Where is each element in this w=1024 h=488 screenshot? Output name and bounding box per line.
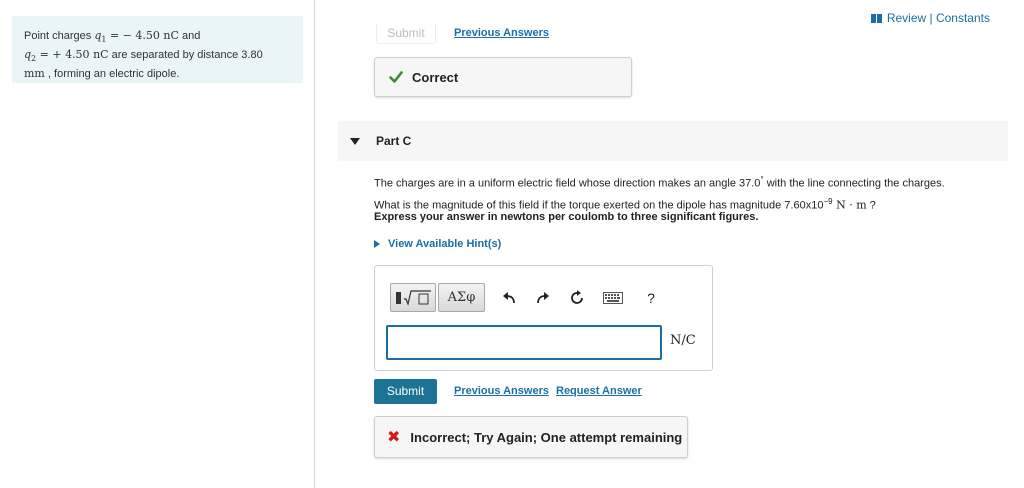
hints-label: View Available Hint(s)	[388, 238, 502, 250]
answer-instructions: Express your answer in newtons per coulo…	[374, 211, 759, 223]
question-line1: The charges are in a uniform electric fi…	[374, 177, 761, 190]
collapse-caret-icon[interactable]	[350, 137, 360, 145]
answer-input[interactable]	[386, 325, 662, 360]
templates-icon	[396, 289, 431, 306]
torque-unit: N · m	[832, 198, 867, 212]
correct-text: Correct	[412, 69, 459, 85]
problem-text: Point charges	[24, 30, 95, 42]
problem-statement: Point charges q1 = − 4.50 nC and q2 = + …	[12, 16, 303, 83]
math-toolbar: ΑΣφ ?	[390, 283, 661, 312]
undo-icon[interactable]	[499, 288, 519, 308]
q2-var: q	[24, 48, 32, 62]
previous-part-previous-answers-link[interactable]: Previous Answers	[454, 27, 549, 39]
request-answer-link[interactable]: Request Answer	[556, 385, 642, 397]
redo-icon[interactable]	[533, 288, 553, 308]
correct-feedback: Correct	[374, 57, 632, 97]
q1-eq: = − 4.50	[106, 29, 164, 42]
expand-triangle-icon	[374, 240, 380, 248]
question-line2-end: ?	[866, 199, 876, 212]
previous-answers-link[interactable]: Previous Answers	[454, 385, 549, 397]
question-line1-end: with the line connecting the charges.	[763, 177, 945, 190]
part-title: Part C	[376, 134, 412, 148]
q2-eq: = + 4.50	[36, 48, 94, 62]
q2-unit: nC	[93, 48, 109, 62]
view-hints-link[interactable]: View Available Hint(s)	[374, 238, 501, 250]
answer-unit: N/C	[670, 333, 696, 348]
help-button[interactable]: ?	[641, 288, 661, 308]
question-line2: What is the magnitude of this field if t…	[374, 199, 824, 212]
part-c-header[interactable]: Part C	[338, 121, 1008, 161]
symbols-button[interactable]: ΑΣφ	[438, 283, 485, 312]
problem-text: and	[178, 30, 201, 42]
panel-divider	[314, 0, 315, 488]
incorrect-text: Incorrect; Try Again; One attempt remain…	[410, 429, 683, 445]
previous-part-submit-button: Submit	[376, 24, 436, 44]
templates-button[interactable]	[390, 283, 436, 312]
exponent: −9	[823, 196, 833, 206]
reset-icon[interactable]	[567, 288, 587, 308]
dist-unit: mm	[24, 67, 45, 81]
problem-text: , forming an electric dipole.	[44, 68, 180, 81]
review-constants-label: Review | Constants	[886, 11, 990, 25]
q1-unit: nC	[163, 29, 179, 42]
answer-editor: ΑΣφ ? N/C	[374, 265, 713, 371]
check-icon	[389, 71, 403, 83]
review-constants-link[interactable]: Review | Constants	[870, 11, 990, 25]
incorrect-feedback: ✖ Incorrect; Try Again; One attempt rema…	[374, 416, 688, 458]
problem-text: are separated by distance 3.80	[108, 49, 263, 62]
question-text: The charges are in a uniform electric fi…	[374, 171, 1004, 214]
keyboard-icon[interactable]	[601, 288, 625, 308]
book-icon	[870, 13, 882, 23]
submit-button[interactable]: Submit	[374, 379, 437, 404]
x-icon: ✖	[387, 429, 401, 446]
